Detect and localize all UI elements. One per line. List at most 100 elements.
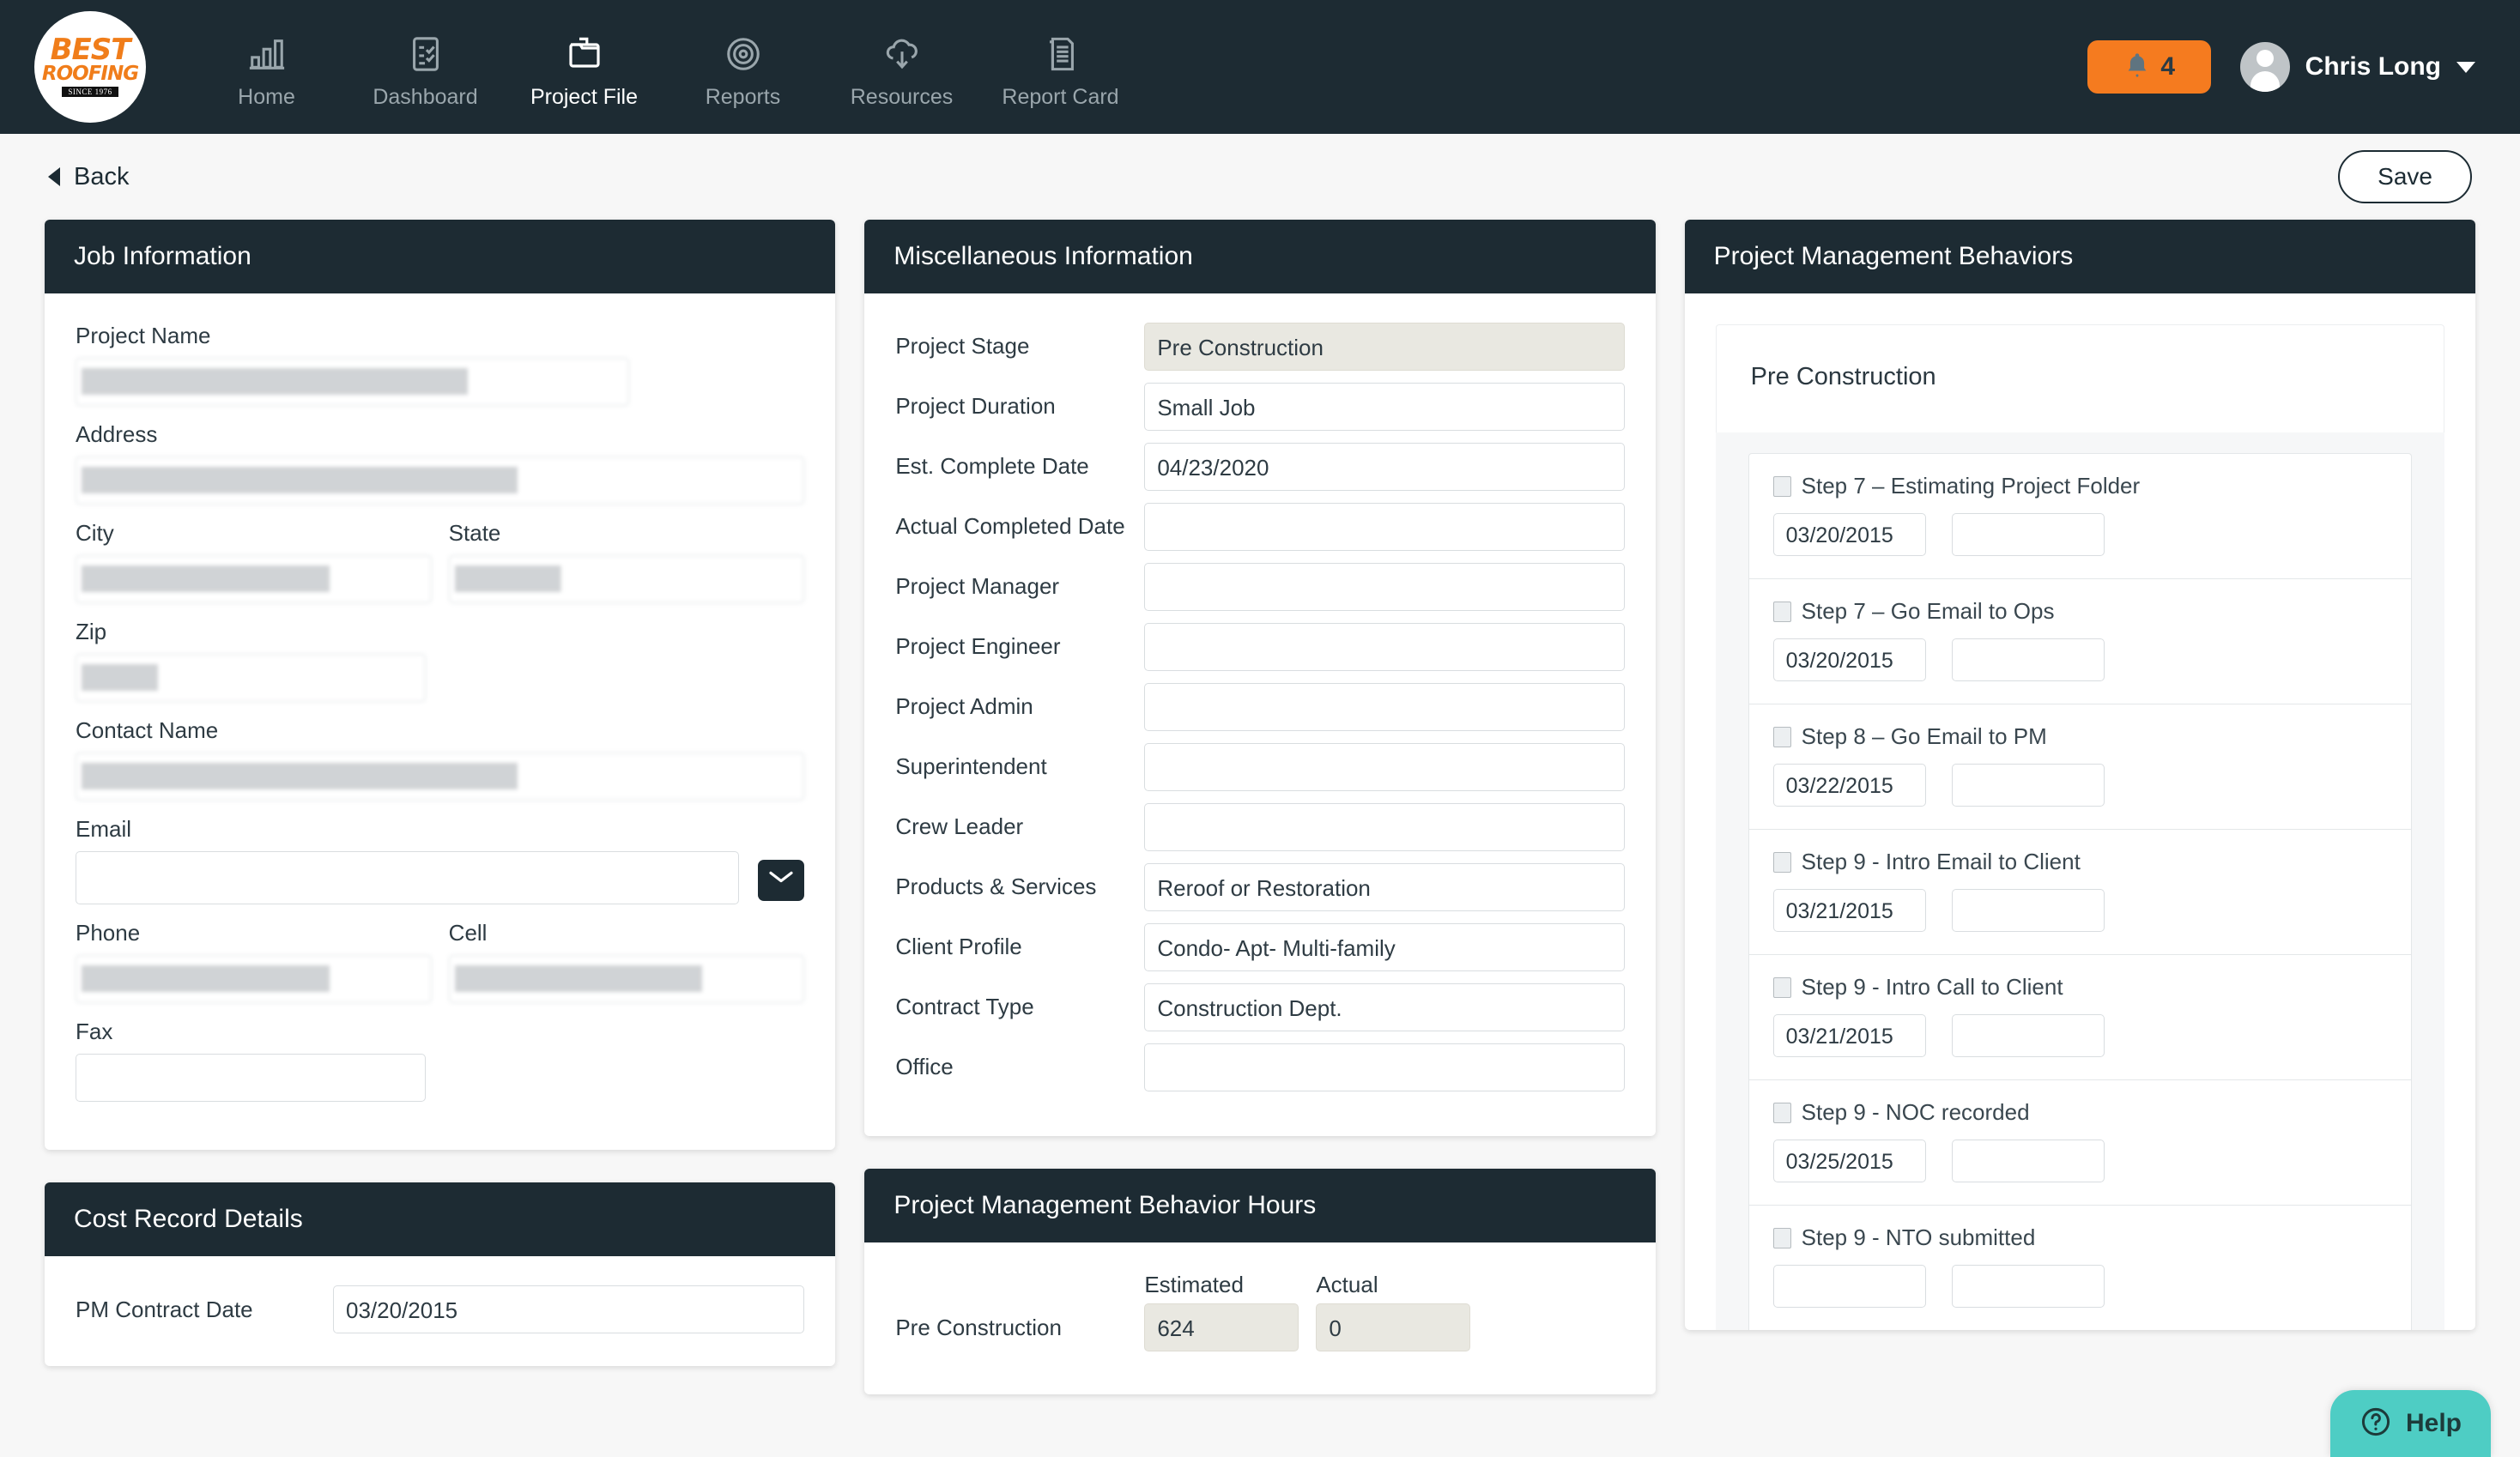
pmb-step-label: Step 9 - NTO submitted <box>1801 1224 2036 1250</box>
pmb-step-checkbox[interactable] <box>1772 1227 1791 1248</box>
document-icon <box>1041 30 1081 78</box>
miscellaneous-row-input[interactable]: Construction Dept. <box>1144 983 1625 1031</box>
nav-item-reports[interactable]: Reports <box>663 25 822 110</box>
avatar <box>2239 42 2290 92</box>
behavior-hours-col-actual: Actual <box>1316 1272 1378 1297</box>
target-icon <box>724 30 763 78</box>
pmb-step-note-input[interactable] <box>1951 889 2105 932</box>
field-project-name: Project Name <box>76 323 804 406</box>
nav-item-project-file[interactable]: Project File <box>505 25 663 110</box>
miscellaneous-row-input[interactable]: Reroof or Restoration <box>1144 863 1625 911</box>
help-widget-button[interactable]: Help <box>2329 1390 2491 1457</box>
contact-name-input[interactable] <box>76 753 805 801</box>
pmb-step-note-input[interactable] <box>1951 638 2105 681</box>
nav-item-report-card[interactable]: Report Card <box>981 25 1140 110</box>
miscellaneous-row-input[interactable] <box>1144 743 1625 791</box>
pm-contract-date-label: PM Contract Date <box>76 1296 253 1322</box>
miscellaneous-row-input[interactable]: Pre Construction <box>1144 323 1625 371</box>
pmb-step-checkbox[interactable] <box>1772 1102 1791 1123</box>
send-email-button[interactable] <box>758 860 805 901</box>
nav-item-home-label: Home <box>238 84 295 109</box>
miscellaneous-row-label: Products & Services <box>895 874 1097 899</box>
pmb-step-label: Step 7 – Estimating Project Folder <box>1801 473 2141 499</box>
pmb-step-checkbox[interactable] <box>1772 726 1791 747</box>
miscellaneous-row: Project Duration Small Job <box>895 383 1625 431</box>
notifications-button[interactable]: 4 <box>2087 40 2211 94</box>
nav-item-dashboard[interactable]: Dashboard <box>346 25 505 110</box>
pmb-step-checkbox[interactable] <box>1772 601 1791 622</box>
phone-input[interactable] <box>76 955 432 1003</box>
row-city-state: City State <box>76 520 805 619</box>
pmb-step-date-input[interactable]: 03/21/2015 <box>1772 889 1926 932</box>
city-input[interactable] <box>76 555 432 603</box>
back-button[interactable]: Back <box>48 163 129 191</box>
pmb-step-date-input[interactable]: 03/22/2015 <box>1772 764 1926 807</box>
envelope-icon <box>767 868 795 894</box>
email-row <box>76 851 805 904</box>
folder-icon <box>564 30 605 78</box>
behavior-hours-title: Project Management Behavior Hours <box>864 1169 1656 1242</box>
miscellaneous-row-input[interactable] <box>1144 1043 1625 1091</box>
cost-record-details-body: PM Contract Date 03/20/2015 <box>45 1256 835 1366</box>
bell-icon <box>2123 50 2152 85</box>
zip-input[interactable] <box>76 654 426 702</box>
miscellaneous-row-input[interactable] <box>1144 803 1625 851</box>
miscellaneous-row-input[interactable] <box>1144 503 1625 551</box>
cell-input[interactable] <box>448 955 805 1003</box>
miscellaneous-row-input[interactable]: 04/23/2020 <box>1144 443 1625 491</box>
pmb-step-note-input[interactable] <box>1951 1140 2105 1182</box>
miscellaneous-row: Project Engineer <box>895 623 1625 671</box>
chevron-down-icon <box>2456 61 2475 73</box>
pmb-step-note-input[interactable] <box>1951 1014 2105 1057</box>
behavior-hours-col-estimated: Estimated <box>1144 1272 1244 1297</box>
behavior-hours-row-label: Pre Construction <box>895 1314 1062 1340</box>
pmb-step-note-input[interactable] <box>1951 764 2105 807</box>
miscellaneous-row-input[interactable]: Small Job <box>1144 383 1625 431</box>
pmb-step-note-input[interactable] <box>1951 513 2105 556</box>
fax-input[interactable] <box>76 1054 426 1102</box>
pmb-step-checkbox[interactable] <box>1772 475 1791 497</box>
project-management-behaviors-body[interactable]: Pre Construction Step 7 – Estimating Pro… <box>1685 293 2475 1330</box>
pmb-step-date-input[interactable]: 03/25/2015 <box>1772 1140 1926 1182</box>
pm-contract-date-input[interactable]: 03/20/2015 <box>333 1285 805 1333</box>
behavior-hours-estimated-input[interactable]: 624 <box>1144 1303 1299 1351</box>
help-widget-label: Help <box>2405 1409 2462 1437</box>
miscellaneous-row-label: Est. Complete Date <box>895 453 1089 479</box>
field-fax: Fax <box>76 1019 804 1102</box>
pmb-step: Step 9 - NTO submitted <box>1748 1205 2412 1330</box>
nav-item-home[interactable]: Home <box>187 25 346 110</box>
contact-name-label: Contact Name <box>76 717 219 743</box>
pmb-step-note-input[interactable] <box>1951 1265 2105 1308</box>
miscellaneous-row-input[interactable]: Condo- Apt- Multi-family <box>1144 923 1625 971</box>
email-input[interactable] <box>76 851 740 904</box>
field-city: City <box>76 520 432 603</box>
miscellaneous-row-input[interactable] <box>1144 563 1625 611</box>
save-button[interactable]: Save <box>2338 150 2472 203</box>
pmb-step-date-input[interactable]: 03/20/2015 <box>1772 638 1926 681</box>
pmb-step-date-input[interactable]: 03/21/2015 <box>1772 1014 1926 1057</box>
behavior-hours-actual-input[interactable]: 0 <box>1316 1303 1471 1351</box>
project-name-input[interactable] <box>76 358 630 406</box>
behavior-hours-card: Project Management Behavior Hours Estima… <box>864 1169 1656 1394</box>
company-logo[interactable]: BEST ROOFING SINCE 1976 <box>34 11 146 123</box>
field-contact-name: Contact Name <box>76 717 805 801</box>
state-input[interactable] <box>448 555 805 603</box>
miscellaneous-row-input[interactable] <box>1144 683 1625 731</box>
nav-item-resources[interactable]: Resources <box>822 25 981 110</box>
miscellaneous-row: Client Profile Condo- Apt- Multi-family <box>895 923 1625 971</box>
address-input[interactable] <box>76 456 805 505</box>
miscellaneous-row-input[interactable] <box>1144 623 1625 671</box>
pmb-step: Step 9 - Intro Email to Client 03/21/2015 <box>1748 829 2412 954</box>
user-menu[interactable]: Chris Long <box>2239 42 2475 92</box>
project-management-behaviors-title: Project Management Behaviors <box>1684 220 2475 293</box>
zip-label: Zip <box>76 619 107 644</box>
pmb-step-checkbox[interactable] <box>1772 976 1791 998</box>
cost-record-details-card: Cost Record Details PM Contract Date 03/… <box>45 1182 836 1366</box>
checklist-icon <box>406 30 445 78</box>
pmb-stage-label: Pre Construction <box>1750 363 1936 390</box>
pmb-step-date-input[interactable] <box>1772 1265 1926 1308</box>
pmb-step-checkbox[interactable] <box>1772 851 1791 873</box>
top-navigation-bar: BEST ROOFING SINCE 1976 Home Dashboard P… <box>0 0 2520 134</box>
pmb-step-date-input[interactable]: 03/20/2015 <box>1772 513 1926 556</box>
pmb-step-label: Step 9 - NOC recorded <box>1801 1099 2030 1125</box>
